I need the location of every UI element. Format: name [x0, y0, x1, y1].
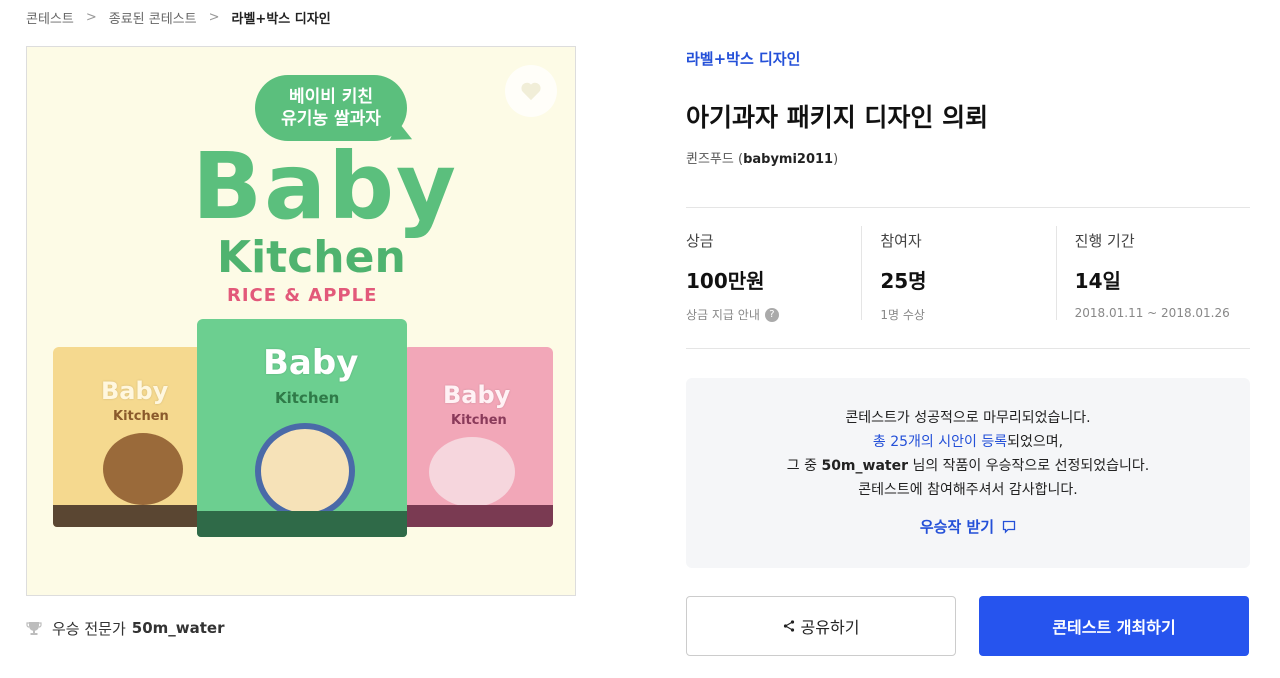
- prize-guide-text: 상금 지급 안내: [686, 308, 760, 322]
- host-name: 퀸즈푸드: [686, 152, 734, 167]
- notice-line3-pre: 그 중: [786, 458, 817, 474]
- notice-line3: 그 중 50m_water 님의 작품이 우승작으로 선정되었습니다.: [686, 454, 1250, 478]
- stat-period-value: 14일: [1074, 269, 1121, 293]
- stat-prize: 상금 100만원 상금 지급 안내 ?: [686, 226, 861, 323]
- cat-face-illustration: [429, 437, 515, 507]
- pouch-band: [53, 505, 203, 527]
- pouch-baby-text: Baby: [263, 343, 359, 383]
- pouch-monkey: Baby Kitchen: [53, 347, 203, 527]
- stat-prize-label: 상금: [686, 232, 714, 250]
- stat-prize-sub: 상금 지급 안내 ?: [686, 306, 861, 323]
- submissions-link[interactable]: 총 25개의 시안이 등록: [873, 434, 1007, 450]
- notice-line2-rest: 되었으며,: [1007, 434, 1064, 450]
- share-label: 공유하기: [800, 618, 860, 637]
- stat-period-sub: 2018.01.11 ~ 2018.01.26: [1074, 306, 1230, 320]
- winner-label: 우승 전문가: [52, 619, 126, 638]
- contest-stats: 상금 100만원 상금 지급 안내 ? 참여자 25명 1명 수상 진행 기간 …: [686, 226, 1250, 323]
- notice-line2: 총 25개의 시안이 등록되었으며,: [686, 430, 1250, 454]
- pouch-kitchen-text: Kitchen: [451, 413, 507, 428]
- contest-host: 퀸즈푸드 (babymi2011): [686, 152, 839, 167]
- stat-prize-value: 100만원: [686, 269, 765, 293]
- stat-participants-sub: 1명 수상: [880, 308, 925, 322]
- winner-name[interactable]: 50m_water: [132, 619, 225, 637]
- pouch-baby-text: Baby: [443, 381, 511, 409]
- stat-participants-label: 참여자: [880, 232, 922, 250]
- breadcrumb: 콘테스트 > 종료된 콘테스트 > 라벨+박스 디자인: [26, 8, 331, 27]
- pouch-band: [403, 505, 553, 527]
- host-handle: babymi2011: [743, 152, 834, 167]
- image-speech-bubble: 베이비 키친 유기농 쌀과자: [255, 75, 407, 141]
- contest-category[interactable]: 라벨+박스 디자인: [686, 48, 800, 69]
- pouch-kitchen-text: Kitchen: [275, 389, 340, 407]
- pouch-baby-text: Baby: [101, 377, 169, 405]
- pouch-hedgehog: Baby Kitchen: [197, 319, 407, 537]
- like-button[interactable]: [505, 65, 557, 117]
- brand-kitchen-text: Kitchen: [217, 232, 406, 283]
- pouch-band: [197, 511, 407, 537]
- notice-line1: 콘테스트가 성공적으로 마무리되었습니다.: [845, 410, 1091, 426]
- chat-bubble-icon: [1002, 520, 1016, 534]
- chevron-right-icon: >: [208, 9, 220, 25]
- host-contest-button[interactable]: 콘테스트 개최하기: [979, 596, 1249, 656]
- notice-line4: 콘테스트에 참여해주셔서 감사합니다.: [858, 482, 1078, 498]
- bubble-text-line2: 유기농 쌀과자: [281, 109, 381, 129]
- divider: [686, 348, 1250, 349]
- notice-winner-name: 50m_water: [821, 458, 908, 474]
- bubble-text-line1: 베이비 키친: [288, 87, 374, 107]
- pouch-kitchen-text: Kitchen: [113, 409, 169, 424]
- stat-participants: 참여자 25명 1명 수상: [861, 226, 1055, 322]
- monkey-face-illustration: [103, 433, 183, 505]
- contest-title: 아기과자 패키지 디자인 의뢰: [686, 103, 989, 132]
- breadcrumb-item-ended[interactable]: 종료된 콘테스트: [109, 8, 197, 27]
- get-winning-entry-label: 우승작 받기: [919, 518, 995, 536]
- hedgehog-face-illustration: [255, 423, 355, 519]
- chevron-right-icon: >: [85, 9, 97, 25]
- divider: [686, 207, 1250, 208]
- winner-info: 우승 전문가 50m_water: [26, 618, 225, 638]
- stat-period: 진행 기간 14일 2018.01.11 ~ 2018.01.26: [1055, 226, 1250, 320]
- breadcrumb-item-current: 라벨+박스 디자인: [231, 11, 331, 27]
- trophy-icon: [26, 622, 42, 635]
- heart-icon: [521, 82, 541, 101]
- notice-line3-rest: 님의 작품이 우승작으로 선정되었습니다.: [912, 458, 1150, 474]
- brand-baby-text: Baby: [192, 133, 459, 240]
- contest-result-notice: 콘테스트가 성공적으로 마무리되었습니다. 총 25개의 시안이 등록되었으며,…: [686, 378, 1250, 568]
- contest-main-image: 베이비 키친 유기농 쌀과자 Baby Kitchen RICE & APPLE…: [26, 46, 576, 596]
- flavor-text: RICE & APPLE: [227, 285, 378, 306]
- stat-period-label: 진행 기간: [1074, 232, 1135, 250]
- share-button[interactable]: 공유하기: [686, 596, 956, 656]
- get-winning-entry-button[interactable]: 우승작 받기: [920, 516, 1016, 537]
- stat-participants-value: 25명: [880, 269, 927, 293]
- share-icon: [783, 620, 795, 632]
- help-icon[interactable]: ?: [764, 307, 779, 322]
- pouch-cat: Baby Kitchen: [403, 347, 553, 527]
- breadcrumb-item-contest[interactable]: 콘테스트: [26, 8, 74, 27]
